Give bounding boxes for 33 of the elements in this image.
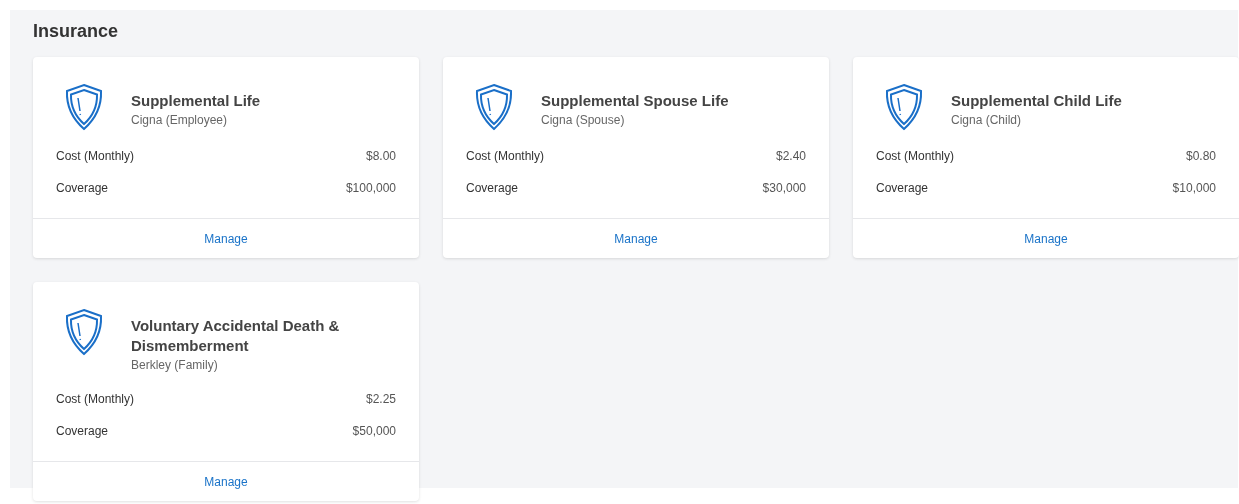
manage-link[interactable]: Manage (614, 231, 658, 246)
row-label: Coverage (56, 181, 109, 195)
section-title: Insurance (33, 20, 120, 42)
row-value: $30,000 (762, 181, 806, 195)
plan-provider: Cigna (Spouse) (541, 112, 626, 129)
row-label: Coverage (876, 181, 929, 195)
row-label: Cost (Monthly) (466, 149, 545, 163)
plan-provider: Berkley (Family) (131, 357, 219, 374)
row-label: Cost (Monthly) (56, 392, 135, 406)
row-value: $0.80 (1185, 149, 1216, 163)
row-value: $10,000 (1172, 181, 1216, 195)
row-value: $2.40 (775, 149, 806, 163)
row-label: Coverage (56, 424, 109, 438)
plan-provider: Cigna (Employee) (131, 112, 229, 129)
plan-title: Voluntary Accidental Death & Dismemberment (131, 316, 341, 356)
manage-link[interactable]: Manage (204, 474, 248, 489)
plan-title: Supplemental Spouse Life (541, 91, 730, 111)
shield-icon (884, 83, 924, 131)
row-value: $8.00 (365, 149, 396, 163)
shield-icon (64, 83, 104, 131)
plan-provider: Cigna (Child) (951, 112, 1023, 129)
plan-title: Supplemental Child Life (951, 91, 1123, 111)
row-label: Cost (Monthly) (876, 149, 955, 163)
row-value: $100,000 (345, 181, 396, 195)
row-label: Cost (Monthly) (56, 149, 135, 163)
shield-icon (64, 308, 104, 356)
manage-link[interactable]: Manage (204, 231, 248, 246)
shield-icon (474, 83, 514, 131)
manage-link[interactable]: Manage (1024, 231, 1068, 246)
row-value: $50,000 (352, 424, 396, 438)
plan-title: Supplemental Life (131, 91, 262, 111)
row-label: Coverage (466, 181, 519, 195)
row-value: $2.25 (365, 392, 396, 406)
